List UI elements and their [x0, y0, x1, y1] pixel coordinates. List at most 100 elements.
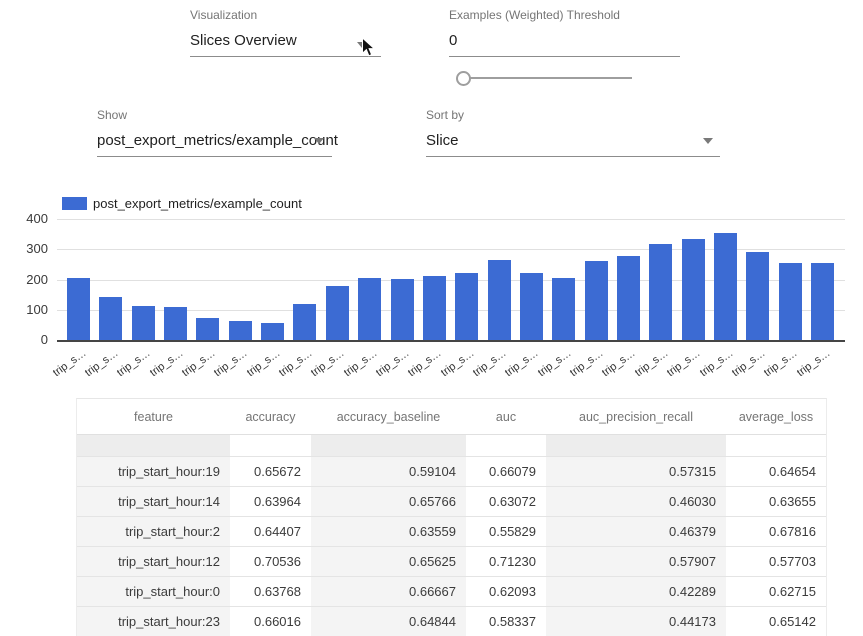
metric-cell: 0.64407 — [230, 517, 311, 546]
bar[interactable] — [326, 286, 349, 340]
column-header[interactable]: average_loss — [726, 410, 826, 424]
bar[interactable] — [585, 261, 608, 340]
column-filter-input[interactable] — [311, 435, 466, 456]
bar[interactable] — [746, 252, 769, 340]
bar[interactable] — [423, 276, 446, 340]
table-filter-row — [77, 435, 826, 456]
visualization-value[interactable]: Slices Overview — [190, 33, 381, 57]
metric-cell: 0.65625 — [311, 547, 466, 576]
feature-cell: trip_start_hour:0 — [77, 577, 230, 606]
table-row[interactable]: trip_start_hour:120.705360.656250.712300… — [77, 546, 826, 576]
metric-cell: 0.46379 — [546, 517, 726, 546]
slider-track[interactable] — [469, 77, 632, 79]
column-filter-input[interactable] — [466, 435, 546, 456]
bar[interactable] — [293, 304, 316, 340]
bar[interactable] — [552, 278, 575, 340]
visualization-label: Visualization — [190, 8, 381, 23]
bar[interactable] — [164, 307, 187, 340]
table-body: trip_start_hour:190.656720.591040.660790… — [77, 456, 826, 636]
feature-cell: trip_start_hour:12 — [77, 547, 230, 576]
bar[interactable] — [617, 256, 640, 340]
column-header[interactable]: accuracy_baseline — [311, 410, 466, 424]
metric-cell: 0.44173 — [546, 607, 726, 636]
metric-cell: 0.62093 — [466, 577, 546, 606]
legend-label: post_export_metrics/example_count — [93, 196, 302, 211]
table-row[interactable]: trip_start_hour:140.639640.657660.630720… — [77, 486, 826, 516]
bar[interactable] — [132, 306, 155, 340]
legend-swatch-icon — [62, 197, 87, 210]
metrics-table: featureaccuracyaccuracy_baselineaucauc_p… — [76, 398, 827, 636]
metric-cell: 0.66667 — [311, 577, 466, 606]
bar[interactable] — [714, 233, 737, 340]
column-filter-input[interactable] — [230, 435, 311, 456]
y-tick-label: 400 — [0, 211, 48, 227]
table-row[interactable]: trip_start_hour:190.656720.591040.660790… — [77, 456, 826, 486]
table-row[interactable]: trip_start_hour:00.637680.666670.620930.… — [77, 576, 826, 606]
sort-by-select[interactable]: Sort by Slice — [426, 108, 720, 157]
metric-cell: 0.62715 — [726, 577, 826, 606]
column-header[interactable]: accuracy — [230, 410, 311, 424]
chevron-down-icon[interactable] — [703, 138, 713, 144]
metric-cell: 0.59104 — [311, 457, 466, 486]
bar[interactable] — [196, 318, 219, 340]
bar[interactable] — [261, 323, 284, 340]
metric-cell: 0.55829 — [466, 517, 546, 546]
sort-by-label: Sort by — [426, 108, 720, 123]
metric-cell: 0.57907 — [546, 547, 726, 576]
y-tick-label: 0 — [0, 332, 48, 348]
sort-by-value[interactable]: Slice — [426, 133, 720, 157]
metric-cell: 0.58337 — [466, 607, 546, 636]
visualization-select[interactable]: Visualization Slices Overview — [190, 8, 381, 57]
feature-cell: trip_start_hour:14 — [77, 487, 230, 516]
column-filter-input[interactable] — [77, 435, 230, 456]
bar[interactable] — [358, 278, 381, 340]
show-select[interactable]: Show post_export_metrics/example_count — [97, 108, 332, 157]
y-tick-label: 100 — [0, 302, 48, 318]
show-value[interactable]: post_export_metrics/example_count — [97, 133, 332, 157]
mouse-cursor-icon — [361, 37, 376, 58]
bar[interactable] — [455, 273, 478, 340]
bar[interactable] — [391, 279, 414, 340]
threshold-value[interactable]: 0 — [449, 33, 680, 57]
bar[interactable] — [779, 263, 802, 340]
feature-cell: trip_start_hour:2 — [77, 517, 230, 546]
metric-cell: 0.65766 — [311, 487, 466, 516]
bar[interactable] — [99, 297, 122, 340]
plot-area — [57, 219, 845, 342]
column-header[interactable]: auc_precision_recall — [546, 410, 726, 424]
bar[interactable] — [811, 263, 834, 340]
metric-cell: 0.63768 — [230, 577, 311, 606]
metric-cell: 0.63072 — [466, 487, 546, 516]
chevron-down-icon[interactable] — [314, 138, 324, 144]
metric-cell: 0.64654 — [726, 457, 826, 486]
column-header[interactable]: auc — [466, 410, 546, 424]
table-row[interactable]: trip_start_hour:230.660160.648440.583370… — [77, 606, 826, 636]
metric-cell: 0.46030 — [546, 487, 726, 516]
metric-cell: 0.57315 — [546, 457, 726, 486]
metric-cell: 0.64844 — [311, 607, 466, 636]
y-tick-label: 200 — [0, 272, 48, 288]
threshold-input[interactable]: Examples (Weighted) Threshold 0 — [449, 8, 680, 57]
table-row[interactable]: trip_start_hour:20.644070.635590.558290.… — [77, 516, 826, 546]
column-header[interactable]: feature — [77, 410, 230, 424]
metric-cell: 0.63655 — [726, 487, 826, 516]
y-tick-label: 300 — [0, 241, 48, 257]
metric-cell: 0.63559 — [311, 517, 466, 546]
feature-cell: trip_start_hour:23 — [77, 607, 230, 636]
bar[interactable] — [649, 244, 672, 340]
bar[interactable] — [67, 278, 90, 340]
bar[interactable] — [229, 321, 252, 340]
bar[interactable] — [682, 239, 705, 340]
feature-cell: trip_start_hour:19 — [77, 457, 230, 486]
bar[interactable] — [488, 260, 511, 340]
column-filter-input[interactable] — [546, 435, 726, 456]
metric-cell: 0.65672 — [230, 457, 311, 486]
bar[interactable] — [520, 273, 543, 340]
metric-cell: 0.42289 — [546, 577, 726, 606]
slices-bar-chart: post_export_metrics/example_count 0 100 20… — [0, 190, 863, 395]
metric-cell: 0.57703 — [726, 547, 826, 576]
column-filter-input[interactable] — [726, 435, 826, 456]
threshold-slider[interactable] — [456, 71, 632, 86]
table-header-row: featureaccuracyaccuracy_baselineaucauc_p… — [77, 399, 826, 435]
gridline — [57, 219, 845, 220]
